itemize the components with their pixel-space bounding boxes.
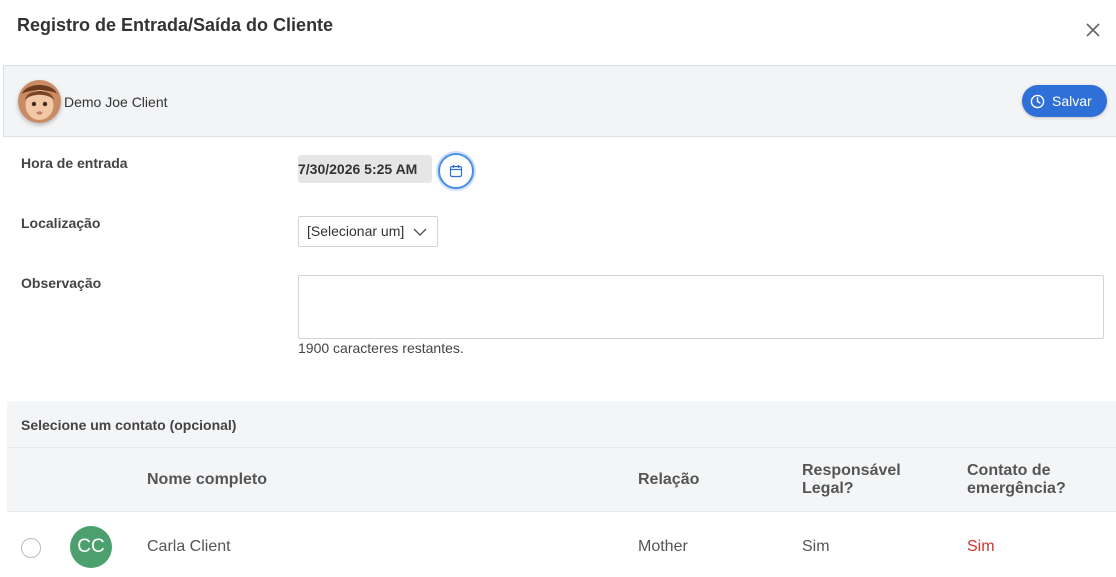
column-header-emergency-line1: Contato de <box>967 462 1051 479</box>
column-header-legal-line1: Responsável <box>802 462 901 479</box>
contacts-table-header: Nome completo Relação Responsável Legal?… <box>7 447 1116 512</box>
contact-section-header: Selecione um contato (opcional) <box>7 401 1116 447</box>
chars-remaining: 1900 caracteres restantes. <box>298 340 464 356</box>
column-header-legal-line2: Legal? <box>802 480 854 497</box>
modal-title: Registro de Entrada/Saída do Cliente <box>17 15 334 35</box>
save-button[interactable]: Salvar <box>1022 85 1107 117</box>
calendar-icon <box>449 165 463 178</box>
column-header-emergency-line2: emergência? <box>967 480 1066 497</box>
contact-relation: Mother <box>638 538 688 555</box>
contact-section-title: Selecione um contato (opcional) <box>21 417 237 433</box>
checkin-label: Hora de entrada <box>21 155 128 171</box>
contact-legal: Sim <box>802 538 830 555</box>
client-avatar <box>18 80 61 123</box>
location-label: Localização <box>21 215 101 231</box>
location-select[interactable]: [Selecionar um] <box>298 216 438 247</box>
location-selected-value: [Selecionar um] <box>307 223 405 239</box>
column-header-emergency: Contato de emergência? <box>967 462 1066 498</box>
column-header-relation: Relação <box>638 471 700 488</box>
clock-icon <box>1030 94 1045 108</box>
close-button[interactable] <box>1083 20 1103 40</box>
note-label: Observação <box>21 275 102 291</box>
client-name: Demo Joe Client <box>64 94 168 110</box>
contact-emergency: Sim <box>967 538 995 555</box>
table-row[interactable]: CC Carla Client Mother Sim Sim <box>7 512 1116 577</box>
note-textarea[interactable] <box>298 275 1104 339</box>
close-icon <box>1086 23 1100 37</box>
calendar-button[interactable] <box>438 153 474 189</box>
chevron-down-icon <box>413 228 427 236</box>
modal-header: Registro de Entrada/Saída do Cliente <box>0 0 1116 64</box>
contact-radio[interactable] <box>21 538 41 558</box>
column-header-legal: Responsável Legal? <box>802 462 901 498</box>
contact-initials-avatar: CC <box>70 526 112 568</box>
client-bar: Demo Joe Client Salvar <box>3 65 1116 137</box>
column-header-name: Nome completo <box>147 471 268 488</box>
save-button-label: Salvar <box>1052 93 1092 109</box>
checkin-datetime-value[interactable]: 7/30/2026 5:25 AM <box>298 155 432 183</box>
contact-name: Carla Client <box>147 538 231 555</box>
